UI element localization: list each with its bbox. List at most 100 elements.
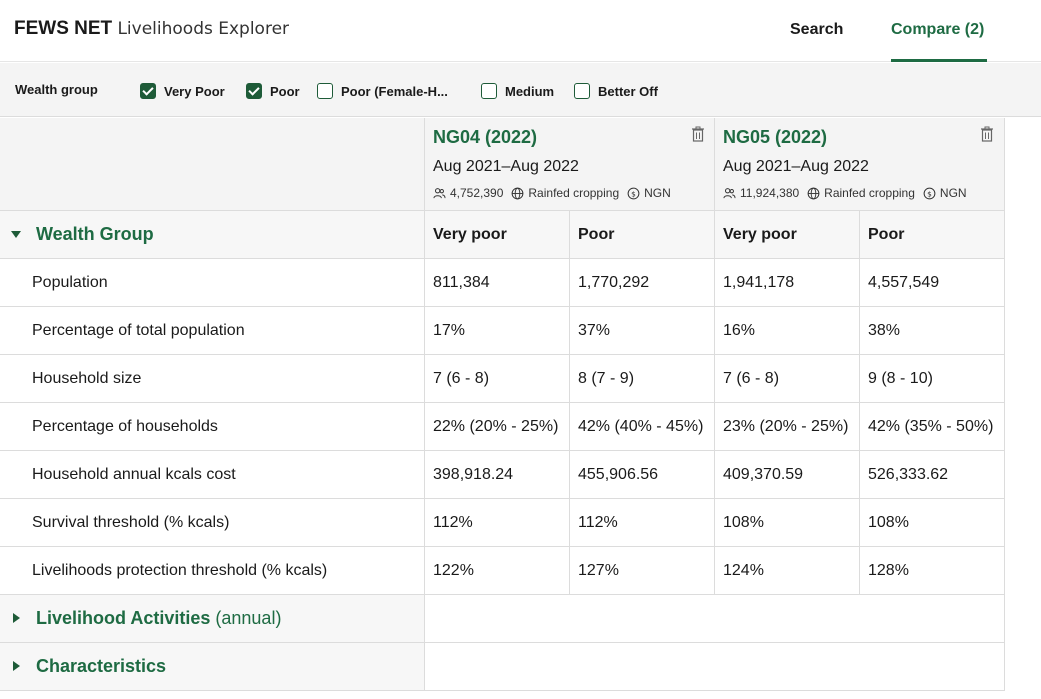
- table-cell: 17%: [433, 322, 466, 339]
- caret-right-icon[interactable]: [13, 661, 20, 671]
- filter-label: Wealth group: [15, 82, 98, 97]
- table-cell: 108%: [723, 514, 764, 531]
- table-cell: 112%: [433, 514, 473, 531]
- column-meta: 11,924,380 Rainfed cropping $ NGN: [723, 186, 975, 200]
- table-cell: 811,384: [433, 274, 490, 291]
- section-title-text: Livelihood Activities: [36, 608, 211, 628]
- globe-icon: [511, 187, 524, 199]
- column-divider: [859, 211, 860, 595]
- nav-compare-link[interactable]: Compare (2): [891, 21, 984, 39]
- table-cell: 42% (40% - 45%): [578, 418, 704, 435]
- app-logo[interactable]: FEWS NET Livelihoods Explorer: [14, 18, 289, 40]
- checkbox-medium[interactable]: Medium: [481, 82, 554, 100]
- currency-icon: $: [627, 187, 640, 199]
- wealth-group-header-cell: Poor: [868, 226, 905, 243]
- column-title[interactable]: NG04 (2022): [433, 127, 537, 148]
- row-label: Household annual kcals cost: [32, 466, 236, 483]
- trash-icon[interactable]: [980, 126, 994, 142]
- row-label: Population: [32, 274, 108, 291]
- checkbox-better-off[interactable]: Better Off: [574, 82, 658, 100]
- table-cell: 38%: [868, 322, 901, 339]
- checkbox-checked-icon[interactable]: [140, 83, 156, 99]
- population-meta: 4,752,390: [433, 186, 503, 200]
- svg-text:$: $: [927, 189, 932, 198]
- column-title[interactable]: NG05 (2022): [723, 127, 827, 148]
- table-cell: 127%: [578, 562, 619, 579]
- zone-type-value: Rainfed cropping: [528, 186, 620, 200]
- zone-type-meta: Rainfed cropping: [807, 186, 915, 200]
- checkbox-poor[interactable]: Poor: [246, 82, 300, 100]
- checkbox-poor-female-headed[interactable]: Poor (Female-H...: [317, 82, 448, 100]
- table-row: Survival threshold (% kcals) 112% 112% 1…: [0, 499, 1005, 547]
- row-label: Percentage of total population: [32, 322, 245, 339]
- checkbox-label: Poor (Female-H...: [341, 83, 448, 99]
- table-cell: 409,370.59: [723, 466, 804, 483]
- empty-section-cells: [425, 595, 1005, 642]
- population-meta: 11,924,380: [723, 186, 799, 200]
- section-title[interactable]: Characteristics: [36, 656, 166, 677]
- currency-value: NGN: [939, 186, 967, 200]
- column-divider: [424, 118, 425, 691]
- empty-section-cells: [425, 643, 1005, 690]
- table-cell: 124%: [723, 562, 764, 579]
- table-row: Population 811,384 1,770,292 1,941,178 4…: [0, 259, 1005, 307]
- currency-meta: $ NGN: [923, 186, 967, 200]
- table-row: Livelihoods protection threshold (% kcal…: [0, 547, 1005, 595]
- checkbox-label: Medium: [505, 83, 555, 99]
- table-cell: 37%: [578, 322, 611, 339]
- checkbox-unchecked-icon[interactable]: [481, 83, 497, 99]
- caret-down-icon[interactable]: [11, 231, 21, 238]
- svg-text:$: $: [631, 189, 636, 198]
- table-cell: 128%: [868, 562, 909, 579]
- caret-right-icon[interactable]: [13, 613, 20, 623]
- checkbox-unchecked-icon[interactable]: [317, 83, 333, 99]
- checkbox-label: Poor: [270, 83, 300, 99]
- table-cell: 8 (7 - 9): [578, 370, 635, 387]
- table-cell: 112%: [578, 514, 618, 531]
- section-title[interactable]: Livelihood Activities (annual): [36, 608, 281, 629]
- table-cell: 42% (35% - 50%): [868, 418, 994, 435]
- column-divider: [714, 118, 715, 595]
- checkbox-unchecked-icon[interactable]: [574, 83, 590, 99]
- column-meta: 4,752,390 Rainfed cropping $ NGN: [433, 186, 679, 200]
- table-cell: 526,333.62: [868, 466, 949, 483]
- people-icon: [433, 187, 446, 198]
- row-label: Survival threshold (% kcals): [32, 514, 230, 531]
- table-row: Household size 7 (6 - 8) 8 (7 - 9) 7 (6 …: [0, 355, 1005, 403]
- table-cell: 4,557,549: [868, 274, 940, 291]
- wealth-group-filter-bar: Wealth group Very Poor Poor Poor (Female…: [0, 63, 1041, 117]
- table-cell: 9 (8 - 10): [868, 370, 933, 387]
- top-bar: FEWS NET Livelihoods Explorer Search Com…: [0, 0, 1041, 62]
- section-header-characteristics[interactable]: Characteristics: [0, 643, 1005, 691]
- active-tab-indicator: [891, 59, 987, 62]
- checkbox-very-poor[interactable]: Very Poor: [140, 82, 225, 100]
- trash-icon[interactable]: [691, 126, 705, 142]
- table-cell: 7 (6 - 8): [723, 370, 780, 387]
- table-cell: 1,941,178: [723, 274, 795, 291]
- column-dates: Aug 2021–Aug 2022: [433, 158, 579, 175]
- table-row: Percentage of households 22% (20% - 25%)…: [0, 403, 1005, 451]
- row-label: Livelihoods protection threshold (% kcal…: [32, 562, 328, 579]
- table-cell: 22% (20% - 25%): [433, 418, 559, 435]
- population-value: 4,752,390: [450, 186, 504, 200]
- column-header-row: NG04 (2022) Aug 2021–Aug 2022 4,752,390 …: [0, 118, 1005, 211]
- column-header-ng05: NG05 (2022) Aug 2021–Aug 2022 11,924,380…: [714, 118, 1004, 211]
- table-cell: 1,770,292: [578, 274, 650, 291]
- checkbox-label: Very Poor: [164, 83, 225, 99]
- table-row: Percentage of total population 17% 37% 1…: [0, 307, 1005, 355]
- currency-value: NGN: [644, 186, 671, 200]
- nav-search-link[interactable]: Search: [790, 21, 843, 39]
- table-cell: 108%: [868, 514, 909, 531]
- zone-type-meta: Rainfed cropping: [511, 186, 619, 200]
- table-cell: 398,918.24: [433, 466, 514, 483]
- zone-type-value: Rainfed cropping: [824, 186, 915, 200]
- section-header-livelihood-activities[interactable]: Livelihood Activities (annual): [0, 595, 1005, 643]
- column-dates: Aug 2021–Aug 2022: [723, 158, 869, 175]
- wealth-group-header-cell: Very poor: [723, 226, 797, 243]
- section-title[interactable]: Wealth Group: [36, 224, 154, 245]
- checkbox-checked-icon[interactable]: [246, 83, 262, 99]
- wealth-group-header-cell: Very poor: [433, 226, 507, 243]
- section-header-wealth-group[interactable]: Wealth Group Very poor Poor Very poor Po…: [0, 211, 1005, 259]
- globe-icon: [807, 187, 820, 199]
- column-header-ng04: NG04 (2022) Aug 2021–Aug 2022 4,752,390 …: [424, 118, 714, 211]
